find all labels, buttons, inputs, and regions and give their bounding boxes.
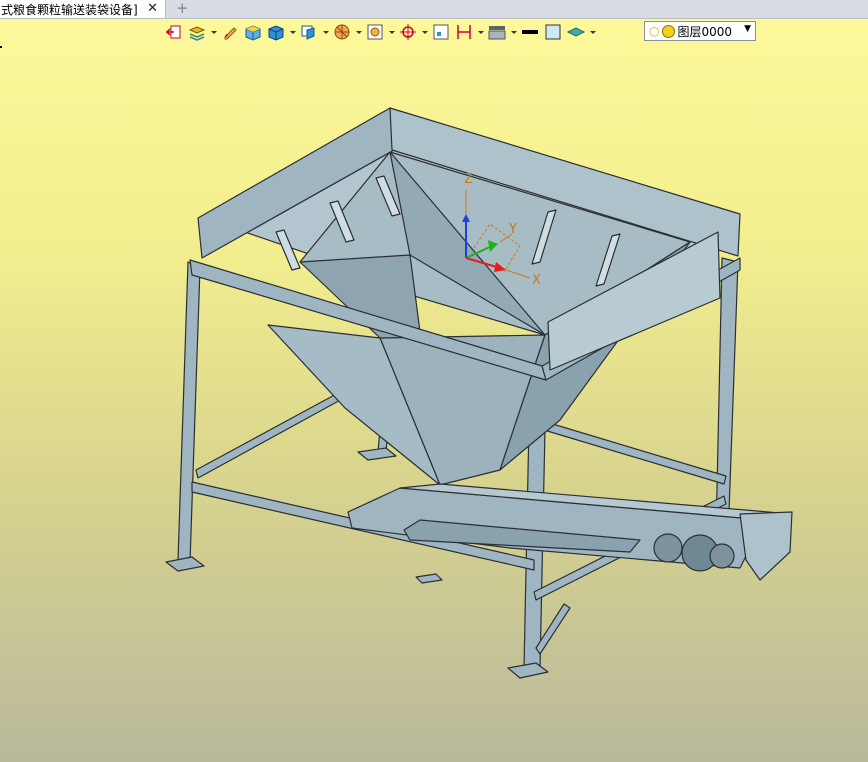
sphere-icon[interactable] [332,22,352,42]
dimension-dropdown[interactable] [477,22,484,42]
cube-view-icon[interactable] [299,22,319,42]
layer-select[interactable]: ○ 图层0000 ▼ [644,21,756,41]
chevron-down-icon[interactable]: ▼ [744,24,751,34]
box-solid-icon[interactable] [243,22,263,42]
layer-stack-dropdown[interactable] [210,22,217,42]
origin-dropdown[interactable] [421,22,428,42]
fit-view-dropdown[interactable] [388,22,395,42]
line-color-icon[interactable] [520,22,540,42]
material-icon[interactable] [566,22,586,42]
tab-bar: 式粮食颗粒输送装袋设备] ✕ + [0,0,868,19]
tab-title: 式粮食颗粒输送装袋设备] [1,2,138,17]
cube-view-dropdown[interactable] [322,22,329,42]
close-tab-icon[interactable]: ✕ [147,0,158,18]
axis-label-x: X [532,273,541,288]
exit-view-icon[interactable] [164,22,184,42]
frame-icon[interactable] [431,22,451,42]
dimension-icon[interactable] [454,22,474,42]
layer-stack-icon[interactable] [187,22,207,42]
material-dropdown[interactable] [589,22,596,42]
add-tab-icon[interactable]: + [176,0,189,17]
cube-shaded-dropdown[interactable] [289,22,296,42]
display-mode-icon[interactable] [487,22,507,42]
axis-label-z: Z [464,172,473,187]
frame-feet [165,447,549,679]
light-bulb-icon[interactable]: ○ [649,24,659,38]
layer-color-icon[interactable] [662,24,676,38]
pencil-icon[interactable] [220,22,240,42]
sphere-dropdown[interactable] [355,22,362,42]
viewport-marker [0,46,2,48]
fill-color-icon[interactable] [543,22,563,42]
view-toolbar [164,21,599,43]
3d-viewport[interactable]: Z Y X [0,19,868,762]
document-tab[interactable]: 式粮食颗粒输送装袋设备] ✕ [0,0,166,18]
display-mode-dropdown[interactable] [510,22,517,42]
layer-name: 图层0000 [677,24,733,39]
axis-label-y: Y [509,222,517,237]
origin-icon[interactable] [398,22,418,42]
cube-shaded-icon[interactable] [266,22,286,42]
model-drawing [165,107,793,679]
fit-view-icon[interactable] [365,22,385,42]
